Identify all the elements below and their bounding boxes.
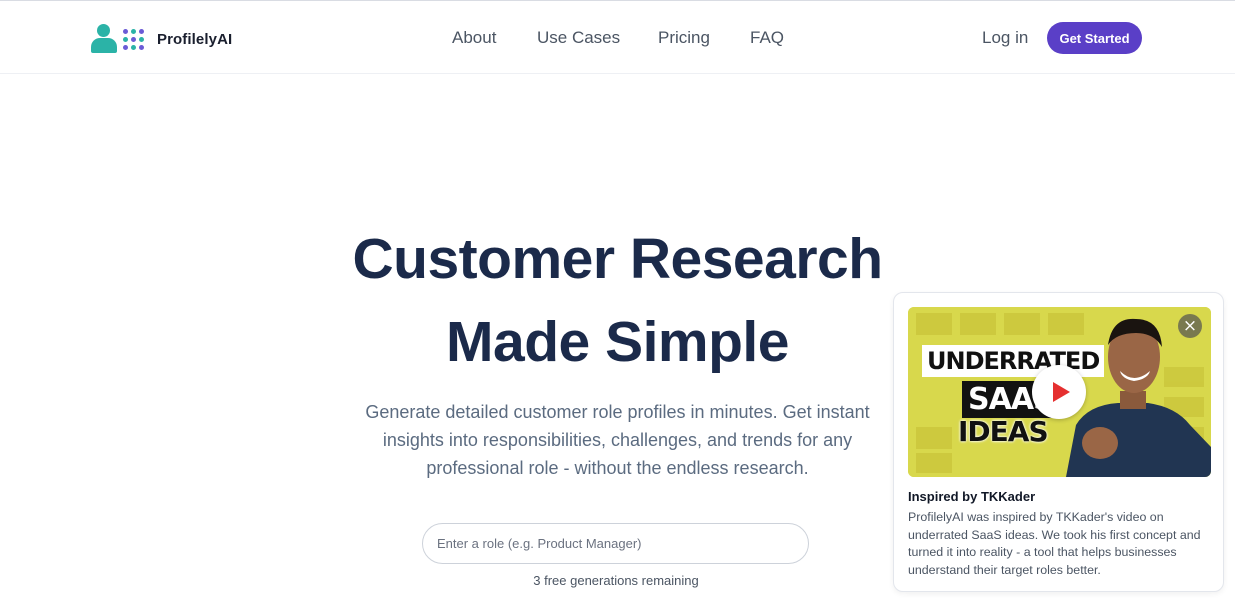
- nav-use-cases[interactable]: Use Cases: [537, 28, 620, 48]
- nav-pricing[interactable]: Pricing: [658, 28, 710, 48]
- hero-subtitle: Generate detailed customer role profiles…: [365, 402, 870, 478]
- close-icon[interactable]: ×: [1178, 314, 1202, 338]
- card-title: Inspired by TKKader: [908, 489, 1036, 504]
- video-card: UNDERRATED SAAS IDEAS × Inspired by TKKa…: [893, 292, 1224, 592]
- hero-title-line-1: Customer Research: [352, 227, 883, 291]
- thumbnail-line-3: IDEAS: [958, 415, 1049, 448]
- nav-about[interactable]: About: [452, 28, 496, 48]
- get-started-button[interactable]: Get Started: [1047, 22, 1142, 54]
- nav-faq[interactable]: FAQ: [750, 28, 784, 48]
- play-icon[interactable]: [1032, 365, 1086, 419]
- card-body: ProfilelyAI was inspired by TKKader's vi…: [908, 510, 1201, 577]
- site-header: ProfilelyAI About Use Cases Pricing FAQ …: [0, 0, 1235, 74]
- login-link[interactable]: Log in: [982, 28, 1028, 48]
- video-thumbnail[interactable]: UNDERRATED SAAS IDEAS ×: [908, 307, 1211, 477]
- role-input[interactable]: [422, 523, 809, 564]
